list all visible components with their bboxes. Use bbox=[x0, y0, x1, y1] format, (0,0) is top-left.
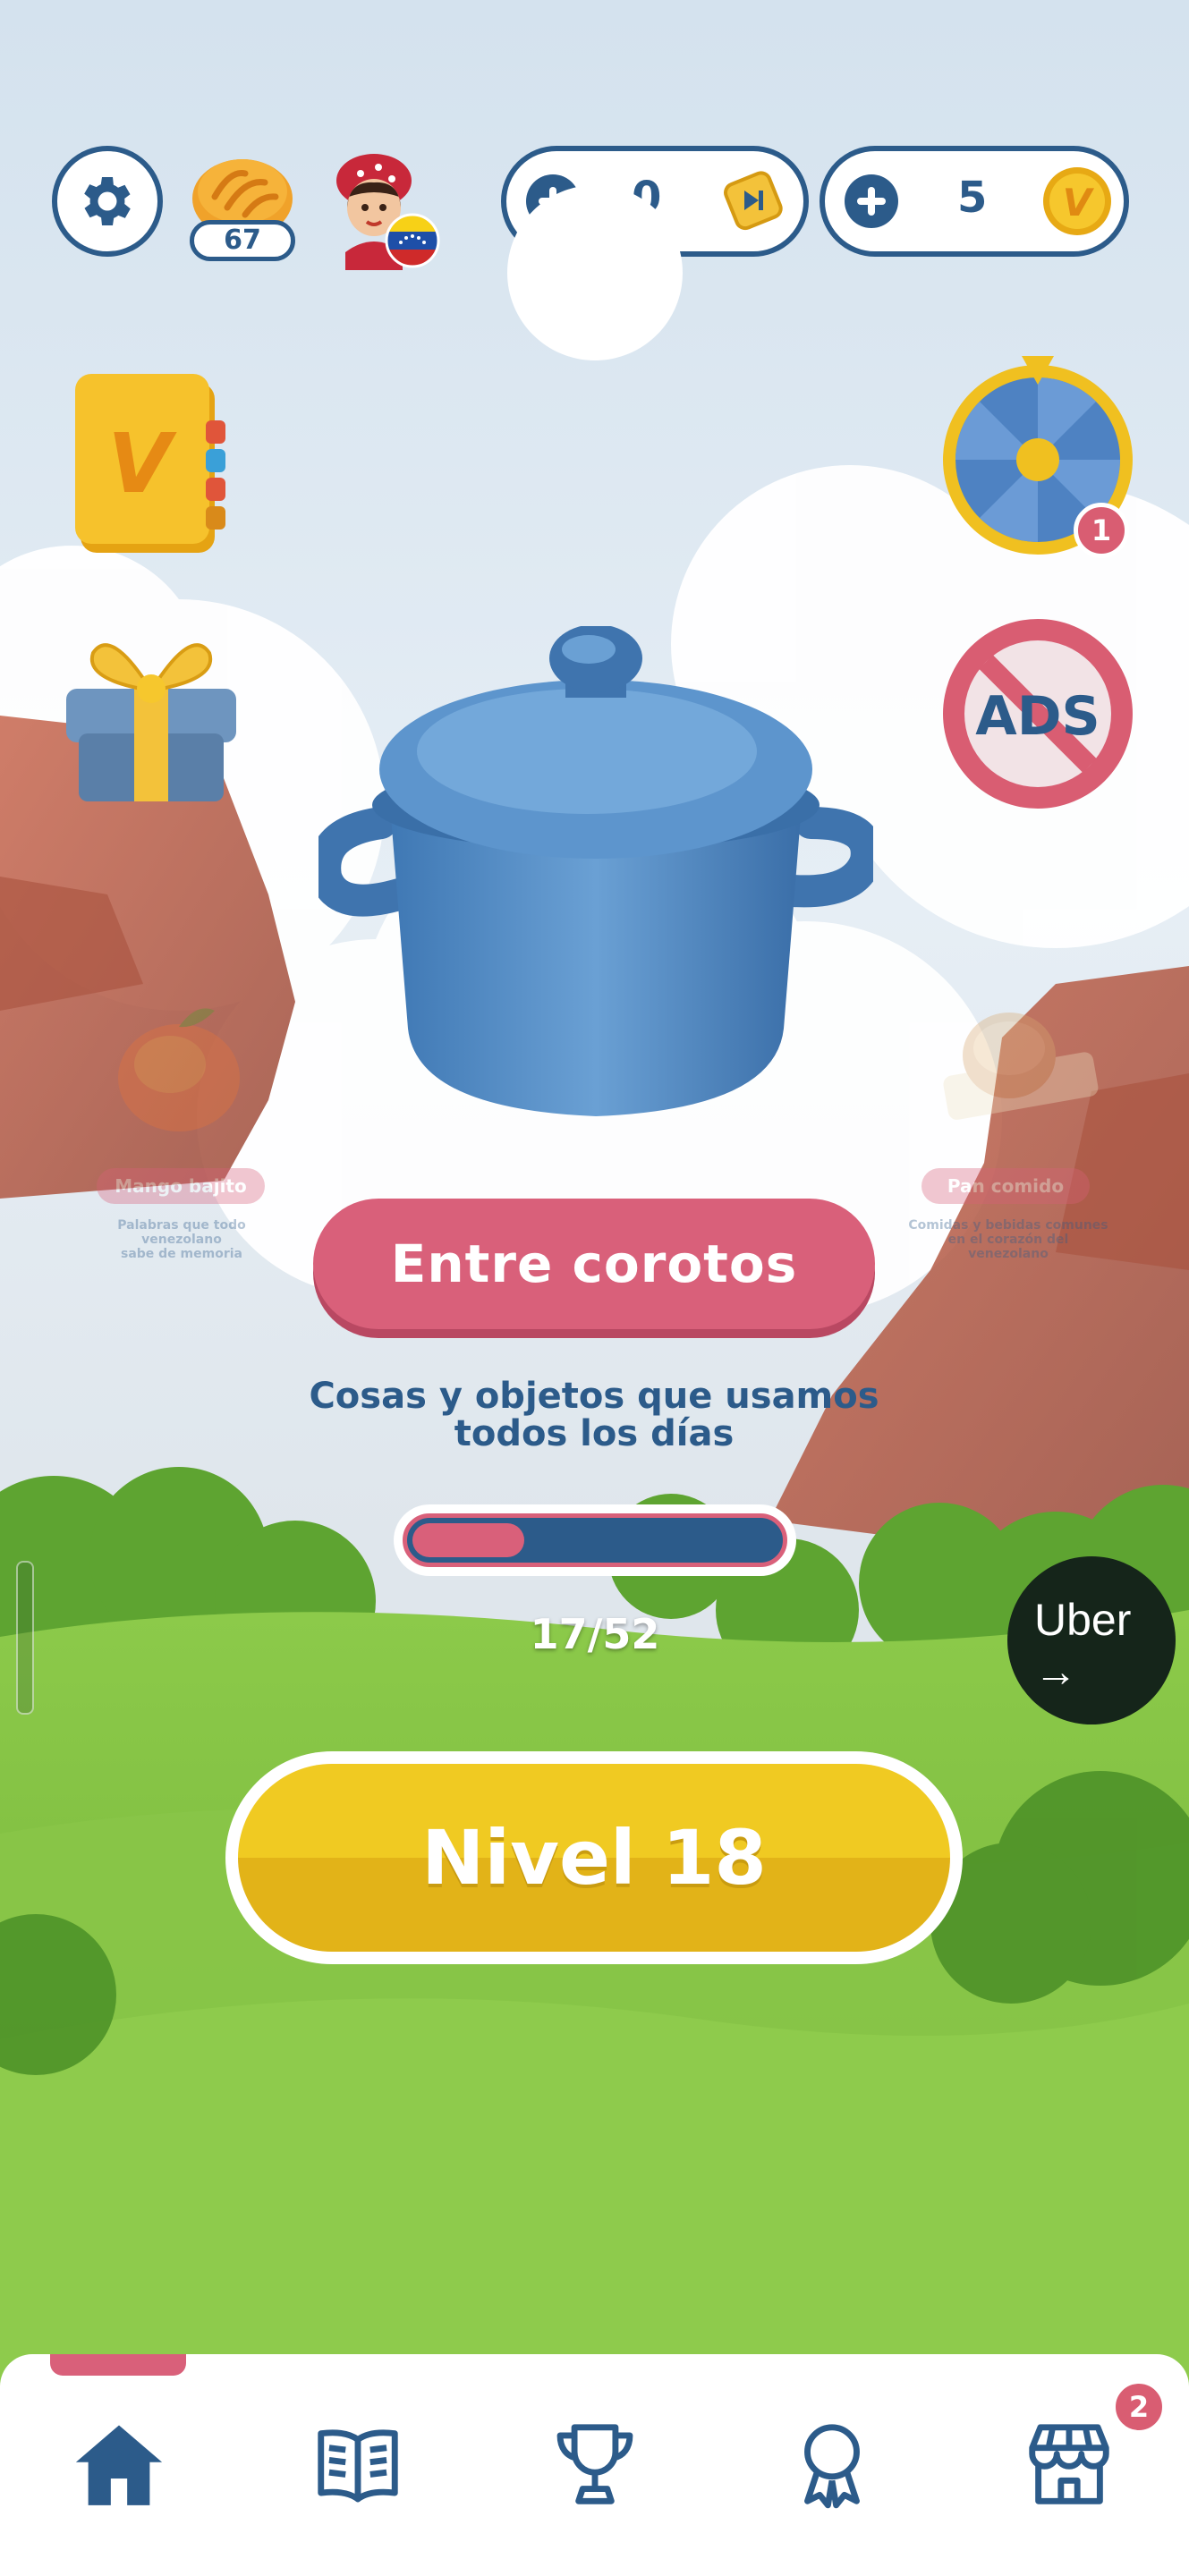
cooking-pot-icon bbox=[309, 624, 883, 1116]
side-drawer-handle[interactable] bbox=[16, 1561, 34, 1715]
venezuela-flag-icon bbox=[385, 213, 440, 268]
progress-fill bbox=[412, 1523, 525, 1557]
gift-button[interactable] bbox=[57, 608, 245, 805]
gear-icon bbox=[84, 177, 131, 225]
category-description-line1: Cosas y objetos que usamos bbox=[309, 1376, 879, 1417]
category-pot-image[interactable] bbox=[309, 624, 883, 1127]
no-ads-button[interactable]: ADS bbox=[939, 615, 1136, 812]
progress-track bbox=[403, 1513, 787, 1567]
side-category-left-desc-line1: Palabras que todo venezolano bbox=[117, 1218, 246, 1247]
award-ribbon-icon bbox=[804, 2424, 860, 2509]
side-category-left[interactable]: Mango bajito Palabras que todo venezolan… bbox=[89, 993, 286, 1261]
side-category-left-title: Mango bajito bbox=[97, 1168, 265, 1204]
add-coins-icon[interactable] bbox=[845, 174, 898, 228]
play-level-label: Nivel 18 bbox=[238, 1764, 950, 1952]
side-category-right-title: Pan comido bbox=[921, 1168, 1090, 1204]
shop-badge: 2 bbox=[1111, 2379, 1167, 2435]
category-title-button[interactable]: Entre corotos bbox=[313, 1199, 875, 1329]
nav-dictionary[interactable] bbox=[309, 2415, 407, 2513]
avatar[interactable] bbox=[329, 145, 446, 270]
side-category-left-desc-line2: sabe de memoria bbox=[120, 1247, 242, 1261]
bread-plate-icon bbox=[943, 1013, 1099, 1120]
no-ads-label: ADS bbox=[975, 685, 1100, 748]
side-category-right-desc-line2: en el corazón del bbox=[947, 1233, 1069, 1247]
play-level-button[interactable]: Nivel 18 bbox=[225, 1751, 963, 1964]
bread-count: 67 bbox=[190, 220, 295, 261]
category-description: Cosas y objetos que usamos todos los día… bbox=[268, 1377, 920, 1453]
side-category-left-desc: Palabras que todo venezolano sabe de mem… bbox=[81, 1218, 283, 1261]
svg-text:V: V bbox=[107, 416, 177, 512]
dictionary-book-icon: V bbox=[75, 374, 225, 553]
side-category-right-desc-line1: Comidas y bebidas comunes bbox=[908, 1218, 1108, 1233]
settings-button[interactable] bbox=[52, 146, 163, 257]
wheel-badge: 1 bbox=[1074, 503, 1129, 558]
uber-ad-button[interactable]: Uber → bbox=[1007, 1556, 1176, 1724]
uber-ad-label: Uber bbox=[1034, 1595, 1132, 1645]
side-category-right[interactable]: Pan comido Comidas y bebidas comunes en … bbox=[908, 993, 1127, 1261]
nav-leaderboard[interactable] bbox=[546, 2415, 644, 2513]
progress-text: 17/52 bbox=[530, 1610, 660, 1658]
category-description-line2: todos los días bbox=[454, 1413, 735, 1454]
svg-text:V: V bbox=[1063, 181, 1095, 225]
nav-home[interactable] bbox=[70, 2415, 168, 2513]
nav-achievements[interactable] bbox=[783, 2415, 881, 2513]
book-icon bbox=[318, 2429, 398, 2503]
coin-icon: V bbox=[1043, 167, 1111, 235]
dictionary-button[interactable]: V bbox=[72, 367, 233, 564]
mango-icon bbox=[118, 1008, 240, 1131]
camera-notch bbox=[507, 185, 683, 360]
arrow-right-icon: → bbox=[1034, 1648, 1077, 1696]
shop-icon bbox=[1029, 2424, 1109, 2504]
hint-ticket-icon bbox=[724, 171, 783, 231]
active-tab-indicator bbox=[50, 2354, 186, 2376]
home-icon bbox=[75, 2425, 163, 2505]
nav-shop[interactable] bbox=[1020, 2415, 1118, 2513]
category-progress-bar bbox=[394, 1504, 796, 1576]
coins-counter[interactable]: 5 V bbox=[820, 146, 1129, 257]
side-category-right-desc-line3: venezolano bbox=[968, 1247, 1049, 1261]
gift-box-icon bbox=[66, 643, 236, 801]
side-category-right-desc: Comidas y bebidas comunes en el corazón … bbox=[907, 1218, 1109, 1261]
coins-count: 5 bbox=[957, 173, 988, 223]
trophy-icon bbox=[556, 2424, 633, 2504]
prize-wheel-button[interactable]: 1 bbox=[939, 354, 1136, 569]
